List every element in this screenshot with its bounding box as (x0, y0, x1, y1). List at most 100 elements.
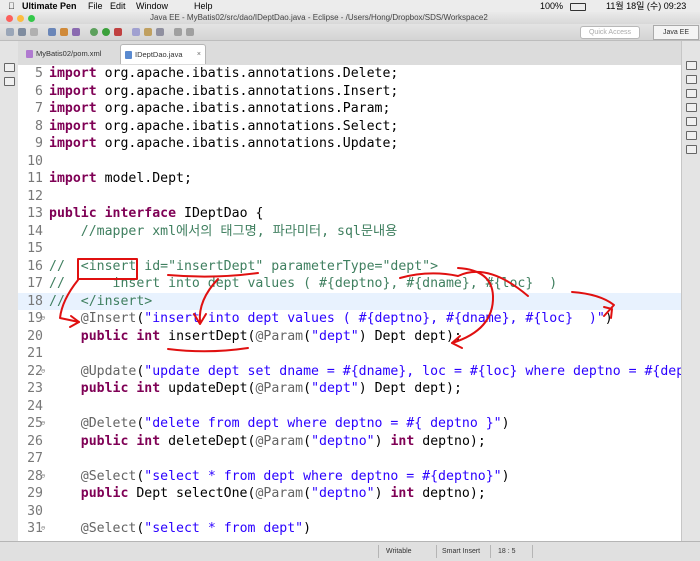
line-number: 30 (27, 503, 43, 519)
menu-window[interactable]: Window (136, 0, 168, 12)
code-line[interactable]: 18 // </insert> (18, 292, 681, 310)
servers-icon[interactable] (686, 131, 697, 140)
perspective-java-ee[interactable]: Java EE (653, 25, 699, 40)
xml-file-icon (26, 50, 33, 58)
code-line[interactable]: 25 ⊖ @Delete("delete from dept where dept… (18, 415, 681, 433)
save-icon[interactable] (18, 28, 26, 36)
line-number: 20 (27, 328, 43, 344)
code-line[interactable]: 8 import org.apache.ibatis.annotations.Se… (18, 118, 681, 136)
code-line[interactable]: 21 (18, 345, 681, 363)
cursor-position-status: 18 : 5 (498, 548, 516, 555)
problems-icon[interactable] (686, 117, 697, 126)
tab-label: MyBatis02/pom.xml (36, 49, 102, 58)
line-number: 19 (27, 311, 43, 326)
code-line[interactable]: 11 import model.Dept; (18, 170, 681, 188)
main-toolbar: Quick Access Java EE (0, 24, 700, 41)
line-number: 7 (35, 101, 43, 116)
line-number: 31 (27, 521, 43, 536)
code-text: // insert into dept values ( #{deptno}, … (49, 276, 558, 291)
new-icon[interactable] (6, 28, 14, 36)
code-line[interactable]: 22 ⊖ @Update("update dept set dname = #{d… (18, 363, 681, 381)
tab-ideptdao-java[interactable]: IDeptDao.java × (120, 44, 206, 64)
line-number: 13 (27, 206, 43, 221)
code-line[interactable]: 28 ⊖ @Select("select * from dept where de… (18, 468, 681, 486)
line-number: 5 (35, 66, 43, 81)
app-menu[interactable]: Ultimate Pen (22, 0, 77, 12)
line-number: 22 (27, 363, 43, 379)
code-line[interactable]: 10 (18, 153, 681, 171)
open-type-icon[interactable] (144, 28, 152, 36)
line-number: 14 (27, 223, 43, 239)
code-text: //mapper xml에서의 태그명, 파라미터, sql문내용 (49, 223, 398, 239)
editor-tabbar: MyBatis02/pom.xml IDeptDao.java × (18, 41, 681, 66)
fold-toggle-icon[interactable]: ⊖ (41, 363, 45, 381)
line-number: 16 (27, 258, 43, 274)
code-line[interactable]: 17 // insert into dept values ( #{deptno}… (18, 275, 681, 293)
server-icon[interactable] (48, 28, 56, 36)
code-line[interactable]: 24 (18, 398, 681, 416)
search-icon[interactable] (156, 28, 164, 36)
code-line[interactable]: 19 ⊖ @Insert("insert into dept values ( #… (18, 310, 681, 328)
menubar-clock: 11월 18일 (수) 09:23 (606, 1, 687, 11)
package-icon[interactable] (60, 28, 68, 36)
writable-status: Writable (386, 548, 412, 555)
code-line[interactable]: 30 (18, 503, 681, 521)
line-number: 15 (27, 241, 43, 256)
code-line[interactable]: 23 public int updateDept(@Param("dept") … (18, 380, 681, 398)
code-line[interactable]: 15 (18, 240, 681, 258)
fold-toggle-icon[interactable]: ⊖ (41, 468, 45, 486)
code-text: @Update("update dept set dname = #{dname… (80, 363, 681, 379)
code-text: // <insert id="insertDept" parameterType… (49, 258, 439, 274)
code-line[interactable]: 20 public int insertDept(@Param("dept") … (18, 328, 681, 346)
run-icon[interactable] (102, 28, 110, 36)
code-line[interactable]: 26 public int deleteDept(@Param("deptno"… (18, 433, 681, 451)
close-tab-icon[interactable]: × (197, 45, 201, 65)
line-number: 18 (27, 293, 43, 309)
restore-icon[interactable] (4, 63, 15, 72)
line-number: 9 (35, 136, 43, 151)
zoom-window-button[interactable] (28, 15, 35, 22)
forward-icon[interactable] (186, 28, 194, 36)
external-tools-icon[interactable] (114, 28, 122, 36)
wizard-icon[interactable] (72, 28, 80, 36)
code-line[interactable]: 9 import org.apache.ibatis.annotations.Up… (18, 135, 681, 153)
fold-toggle-icon[interactable]: ⊖ (41, 520, 45, 538)
package-explorer-icon[interactable] (4, 77, 15, 86)
java-file-icon (125, 51, 132, 59)
code-line[interactable]: 14 //mapper xml에서의 태그명, 파라미터, sql문내용 (18, 223, 681, 241)
code-text: public int insertDept(@Param("dept") Dep… (80, 328, 462, 344)
debug-icon[interactable] (90, 28, 98, 36)
code-line[interactable]: 13 public interface IDeptDao { (18, 205, 681, 223)
code-editor[interactable]: 5 import org.apache.ibatis.annotations.De… (18, 65, 681, 541)
print-icon[interactable] (30, 28, 38, 36)
fold-toggle-icon[interactable]: ⊖ (41, 310, 45, 328)
left-trim-stack (0, 41, 19, 541)
quick-access-input[interactable]: Quick Access (580, 26, 640, 39)
code-line[interactable]: 31 ⊖ @Select("select * from dept") (18, 520, 681, 538)
code-line[interactable]: 16 // <insert id="insertDept" parameterTy… (18, 258, 681, 276)
code-line[interactable]: 29 public Dept selectOne(@Param("deptno"… (18, 485, 681, 503)
menu-edit[interactable]: Edit (110, 0, 126, 12)
line-number: 6 (35, 83, 43, 99)
code-line[interactable]: 5 import org.apache.ibatis.annotations.De… (18, 65, 681, 83)
back-icon[interactable] (174, 28, 182, 36)
palette-icon[interactable] (686, 103, 697, 112)
outline-icon[interactable] (686, 75, 697, 84)
minimize-window-button[interactable] (17, 15, 24, 22)
console-icon[interactable] (686, 145, 697, 154)
code-line[interactable]: 12 (18, 188, 681, 206)
restore-icon[interactable] (686, 61, 697, 70)
line-number: 17 (27, 276, 43, 291)
tab-pom-xml[interactable]: MyBatis02/pom.xml (22, 44, 112, 64)
apple-icon[interactable]:  (8, 0, 15, 12)
menu-file[interactable]: File (88, 0, 103, 12)
close-window-button[interactable] (6, 15, 13, 22)
code-line[interactable]: 27 (18, 450, 681, 468)
fold-toggle-icon[interactable]: ⊖ (41, 415, 45, 433)
code-line[interactable]: 6 import org.apache.ibatis.annotations.In… (18, 83, 681, 101)
line-number: 11 (27, 171, 43, 186)
code-line[interactable]: 7 import org.apache.ibatis.annotations.Pa… (18, 100, 681, 118)
new-class-icon[interactable] (132, 28, 140, 36)
task-list-icon[interactable] (686, 89, 697, 98)
menu-help[interactable]: Help (194, 0, 213, 12)
